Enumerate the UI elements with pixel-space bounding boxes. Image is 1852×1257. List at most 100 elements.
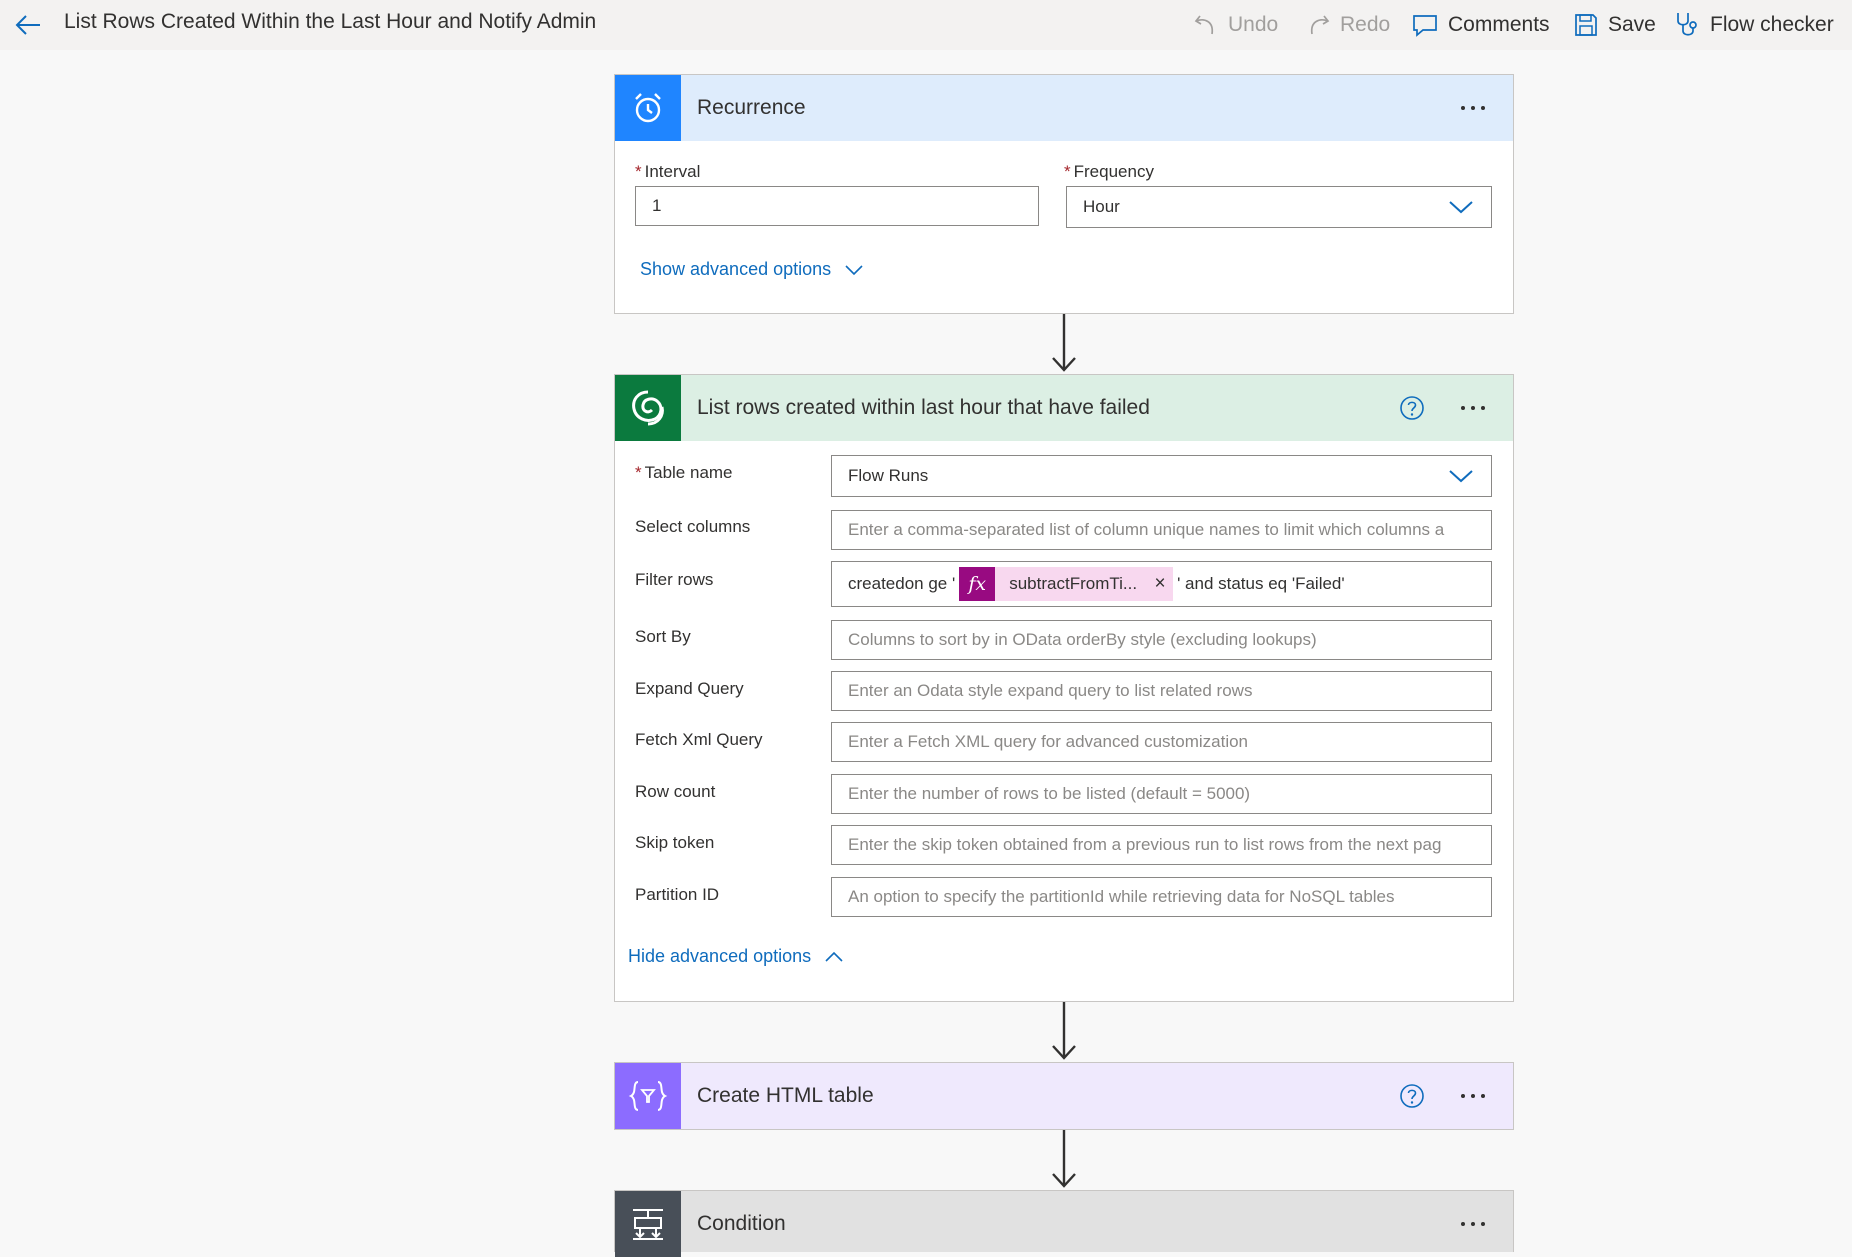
fetch-xml-label: Fetch Xml Query: [635, 730, 763, 749]
data-operation-icon: [615, 1063, 681, 1129]
undo-label: Undo: [1228, 13, 1279, 36]
recurrence-header[interactable]: Recurrence: [615, 75, 1513, 141]
undo-button[interactable]: Undo: [1194, 9, 1278, 41]
comments-button[interactable]: Comments: [1412, 9, 1550, 41]
interval-label: * Interval: [635, 162, 700, 182]
alarm-clock-icon: [615, 75, 681, 141]
expand-query-input[interactable]: Enter an Odata style expand query to lis…: [831, 671, 1492, 711]
comments-label: Comments: [1448, 13, 1550, 36]
fx-icon: fx: [959, 567, 996, 601]
back-arrow-icon: [15, 15, 40, 35]
select-columns-label: Select columns: [635, 517, 751, 536]
dot-icon: [1471, 106, 1475, 110]
filter-prefix-text: createdon ge ': [848, 574, 956, 593]
show-advanced-options-link[interactable]: Show advanced options: [640, 259, 863, 280]
required-marker: *: [635, 162, 642, 181]
sort-by-label: Sort By: [635, 627, 691, 646]
condition-icon: [615, 1191, 681, 1257]
hide-advanced-options-text: Hide advanced options: [628, 946, 812, 966]
condition-title: Condition: [697, 1212, 786, 1235]
recurrence-title: Recurrence: [697, 96, 806, 119]
save-button[interactable]: Save: [1574, 9, 1656, 41]
flow-title: List Rows Created Within the Last Hour a…: [64, 10, 597, 33]
dot-icon: [1481, 406, 1485, 410]
flow-checker-label: Flow checker: [1710, 13, 1834, 36]
chevron-down-icon: [1449, 470, 1473, 483]
filter-rows-label: Filter rows: [635, 570, 714, 589]
partition-id-label: Partition ID: [635, 885, 720, 904]
dot-icon: [1461, 1094, 1465, 1098]
help-icon[interactable]: [1399, 395, 1425, 421]
condition-card[interactable]: Condition: [614, 1190, 1514, 1257]
create-html-table-card[interactable]: Create HTML table: [614, 1062, 1514, 1130]
create-html-table-header[interactable]: Create HTML table: [615, 1063, 1513, 1129]
show-advanced-options-text: Show advanced options: [640, 259, 832, 279]
dot-icon: [1471, 1222, 1475, 1226]
connector-arrow-icon: [1052, 314, 1076, 372]
frequency-label-text: Frequency: [1073, 162, 1154, 181]
table-name-dropdown[interactable]: Flow Runs: [831, 455, 1492, 497]
list-rows-card: List rows created within last hour that …: [614, 374, 1514, 1002]
connector-arrow-icon: [1052, 1002, 1076, 1060]
remove-token-button[interactable]: ×: [1147, 573, 1173, 595]
recurrence-card: Recurrence * Interval 1 * Frequency Hour S…: [614, 74, 1514, 314]
help-icon[interactable]: [1399, 1083, 1425, 1109]
more-options-button[interactable]: [1453, 1209, 1493, 1239]
condition-header[interactable]: Condition: [615, 1191, 1513, 1257]
chevron-down-icon: [845, 264, 863, 275]
list-rows-header[interactable]: List rows created within last hour that …: [615, 375, 1513, 441]
more-options-button[interactable]: [1453, 393, 1493, 423]
chevron-up-icon: [825, 951, 843, 962]
flow-checker-button[interactable]: Flow checker: [1674, 9, 1834, 41]
frequency-value: Hour: [1083, 197, 1120, 216]
expression-token[interactable]: fx subtractFromTi... ×: [959, 567, 1174, 601]
hide-advanced-options-link[interactable]: Hide advanced options: [628, 946, 843, 967]
interval-input[interactable]: 1: [635, 186, 1039, 226]
dataverse-icon: [615, 375, 681, 441]
skip-token-input[interactable]: Enter the skip token obtained from a pre…: [831, 825, 1492, 865]
undo-icon: [1194, 15, 1214, 35]
redo-icon: [1310, 15, 1330, 35]
filter-rows-input[interactable]: createdon ge ' fx subtractFromTi... × ' …: [831, 561, 1492, 607]
row-count-input[interactable]: Enter the number of rows to be listed (d…: [831, 774, 1492, 814]
dot-icon: [1481, 1222, 1485, 1226]
required-marker: *: [635, 463, 642, 482]
filter-suffix-text: ' and status eq 'Failed': [1177, 574, 1345, 593]
save-icon: [1575, 14, 1597, 36]
select-columns-input[interactable]: Enter a comma-separated list of column u…: [831, 510, 1492, 550]
chevron-down-icon: [1449, 201, 1473, 214]
list-rows-title: List rows created within last hour that …: [697, 396, 1150, 419]
create-html-table-title: Create HTML table: [697, 1084, 874, 1107]
dot-icon: [1481, 1094, 1485, 1098]
skip-token-label: Skip token: [635, 833, 715, 852]
expand-query-label: Expand Query: [635, 679, 744, 698]
frequency-label: * Frequency: [1064, 162, 1154, 182]
redo-label: Redo: [1340, 13, 1391, 36]
table-name-value: Flow Runs: [848, 466, 929, 485]
fetch-xml-input[interactable]: Enter a Fetch XML query for advanced cus…: [831, 722, 1492, 762]
connector-arrow-icon: [1052, 1130, 1076, 1188]
save-label: Save: [1608, 13, 1656, 36]
back-button[interactable]: [12, 8, 44, 42]
frequency-dropdown[interactable]: Hour: [1066, 186, 1492, 228]
dot-icon: [1481, 106, 1485, 110]
dot-icon: [1461, 1222, 1465, 1226]
more-options-button[interactable]: [1453, 1081, 1493, 1111]
dot-icon: [1471, 406, 1475, 410]
expression-token-text: subtractFromTi...: [1009, 574, 1138, 593]
command-bar: List Rows Created Within the Last Hour a…: [0, 0, 1852, 50]
dot-icon: [1461, 106, 1465, 110]
dot-icon: [1461, 406, 1465, 410]
table-name-label: * Table name: [635, 463, 733, 483]
redo-button[interactable]: Redo: [1306, 9, 1390, 41]
sort-by-input[interactable]: Columns to sort by in OData orderBy styl…: [831, 620, 1492, 660]
partition-id-input[interactable]: An option to specify the partitionId whi…: [831, 877, 1492, 917]
required-marker: *: [1064, 162, 1071, 181]
stethoscope-icon: [1677, 13, 1697, 36]
row-count-label: Row count: [635, 782, 716, 801]
more-options-button[interactable]: [1453, 93, 1493, 123]
table-name-label-text: Table name: [644, 463, 733, 482]
dot-icon: [1471, 1094, 1475, 1098]
interval-label-text: Interval: [644, 162, 701, 181]
comment-icon: [1413, 15, 1437, 37]
